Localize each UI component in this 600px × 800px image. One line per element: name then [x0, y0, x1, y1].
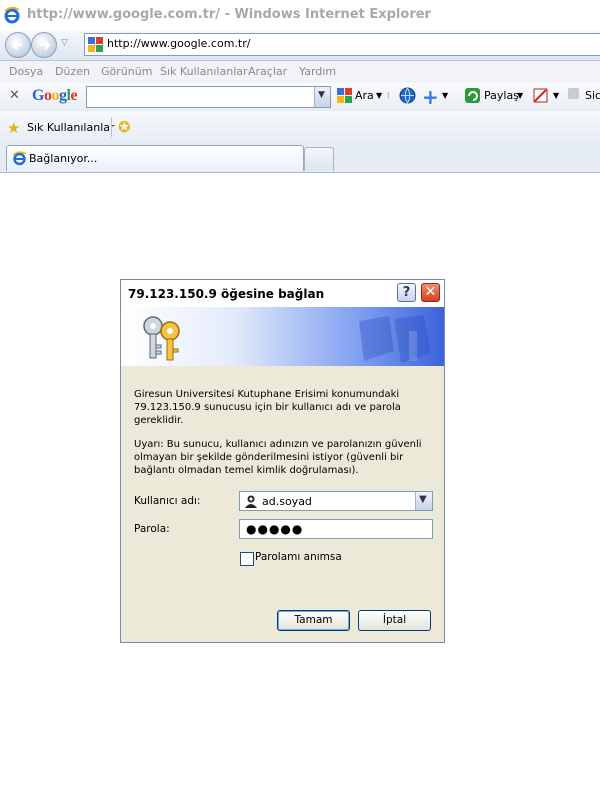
menu-tools[interactable]: Araçlar: [248, 65, 287, 78]
tab-bar: Bağlanıyor...: [0, 143, 600, 173]
forward-button[interactable]: [31, 32, 57, 58]
google-logo[interactable]: Google: [32, 87, 77, 105]
toolbar-truncated-label[interactable]: Sic: [585, 89, 600, 102]
back-button[interactable]: [5, 32, 31, 58]
new-tab-button[interactable]: [304, 147, 334, 171]
menu-file[interactable]: Dosya: [9, 65, 43, 78]
search-options-chevron-icon[interactable]: ▼: [376, 91, 382, 100]
password-value: ●●●●●: [246, 522, 304, 536]
close-button[interactable]: ✕: [421, 283, 440, 302]
comment-icon[interactable]: [568, 88, 579, 99]
globe-icon[interactable]: [399, 87, 416, 104]
remember-password-checkbox[interactable]: [240, 552, 254, 566]
ie-logo-icon: [4, 6, 20, 24]
google-search-icon[interactable]: [336, 87, 353, 104]
share-chevron-icon[interactable]: ▼: [517, 91, 523, 100]
window-titlebar[interactable]: http://www.google.com.tr/ - Windows Inte…: [0, 0, 600, 30]
chevron-down-icon: ▼: [419, 494, 427, 505]
add-button-icon[interactable]: +: [422, 85, 439, 109]
search-dropdown-button[interactable]: ▼: [314, 87, 330, 107]
forward-arrow-icon: [40, 40, 51, 50]
favorites-bar: ★ Sık Kullanılanlar ✪: [0, 111, 600, 143]
keys-icon: [143, 316, 180, 361]
google-favicon-icon: [88, 37, 103, 52]
ok-button[interactable]: Tamam: [277, 610, 350, 631]
help-button[interactable]: ?: [397, 283, 416, 302]
history-dropdown-icon[interactable]: ▽: [61, 38, 68, 48]
toolbar-separator-icon: ⁞: [387, 91, 390, 100]
chevron-down-icon: ▼: [318, 90, 325, 100]
close-toolbar-icon[interactable]: ✕: [9, 88, 20, 103]
google-toolbar: ✕ Google ▼ Ara ▼ ⁞ + ▼ Paylaş ▼ ▼ Sic: [0, 83, 600, 112]
popup-blocker-icon[interactable]: [532, 87, 549, 104]
password-label: Parola:: [134, 523, 170, 535]
share-button[interactable]: Paylaş: [484, 89, 519, 102]
add-dropdown-chevron-icon[interactable]: ▼: [442, 91, 448, 100]
password-field[interactable]: ●●●●●: [239, 519, 433, 539]
menu-view[interactable]: Görünüm: [101, 65, 152, 78]
user-icon: [245, 495, 257, 508]
popup-chevron-icon[interactable]: ▼: [553, 91, 559, 100]
favorites-separator: [111, 117, 112, 137]
back-arrow-icon: [11, 40, 22, 50]
menu-help[interactable]: Yardım: [299, 65, 336, 78]
username-field[interactable]: ad.soyad ▼: [239, 491, 433, 511]
username-label: Kullanıcı adı:: [134, 495, 201, 507]
google-search-button[interactable]: Ara: [355, 89, 374, 102]
menu-bar: Dosya Düzen Görünüm Sık Kullanılanlar Ar…: [0, 61, 600, 84]
dialog-titlebar[interactable]: 79.123.150.9 öğesine bağlan ? ✕: [121, 280, 444, 308]
dialog-title: 79.123.150.9 öğesine bağlan: [128, 287, 325, 301]
username-dropdown-button[interactable]: ▼: [415, 492, 432, 510]
cancel-button[interactable]: İptal: [358, 610, 431, 631]
tab-active[interactable]: Bağlanıyor...: [6, 145, 304, 171]
login-dialog: 79.123.150.9 öğesine bağlan ? ✕ Giresun …: [120, 279, 445, 643]
window-title: http://www.google.com.tr/ - Windows Inte…: [27, 7, 431, 22]
favorites-button[interactable]: Sık Kullanılanlar: [27, 121, 115, 134]
navigation-bar: ▽ http://www.google.com.tr/: [0, 30, 600, 61]
tab-label: Bağlanıyor...: [29, 152, 98, 165]
username-value: ad.soyad: [262, 495, 312, 508]
share-icon[interactable]: [464, 87, 481, 104]
keys-watermark-icon: [359, 315, 431, 363]
ie-logo-icon: [12, 151, 27, 166]
address-bar[interactable]: http://www.google.com.tr/: [84, 33, 600, 56]
dialog-message: Giresun Universitesi Kutuphane Erisimi k…: [134, 389, 401, 426]
star-icon[interactable]: ★: [7, 119, 20, 137]
google-search-input[interactable]: ▼: [86, 86, 331, 108]
menu-edit[interactable]: Düzen: [55, 65, 90, 78]
address-url: http://www.google.com.tr/: [107, 37, 251, 50]
dialog-banner: [121, 307, 444, 366]
add-favorites-star-icon[interactable]: ✪: [118, 118, 131, 136]
dialog-warning: Uyarı: Bu sunucu, kullanıcı adınızın ve …: [134, 439, 422, 476]
remember-password-label[interactable]: Parolamı anımsa: [255, 551, 342, 563]
menu-favorites[interactable]: Sık Kullanılanlar: [160, 65, 248, 78]
